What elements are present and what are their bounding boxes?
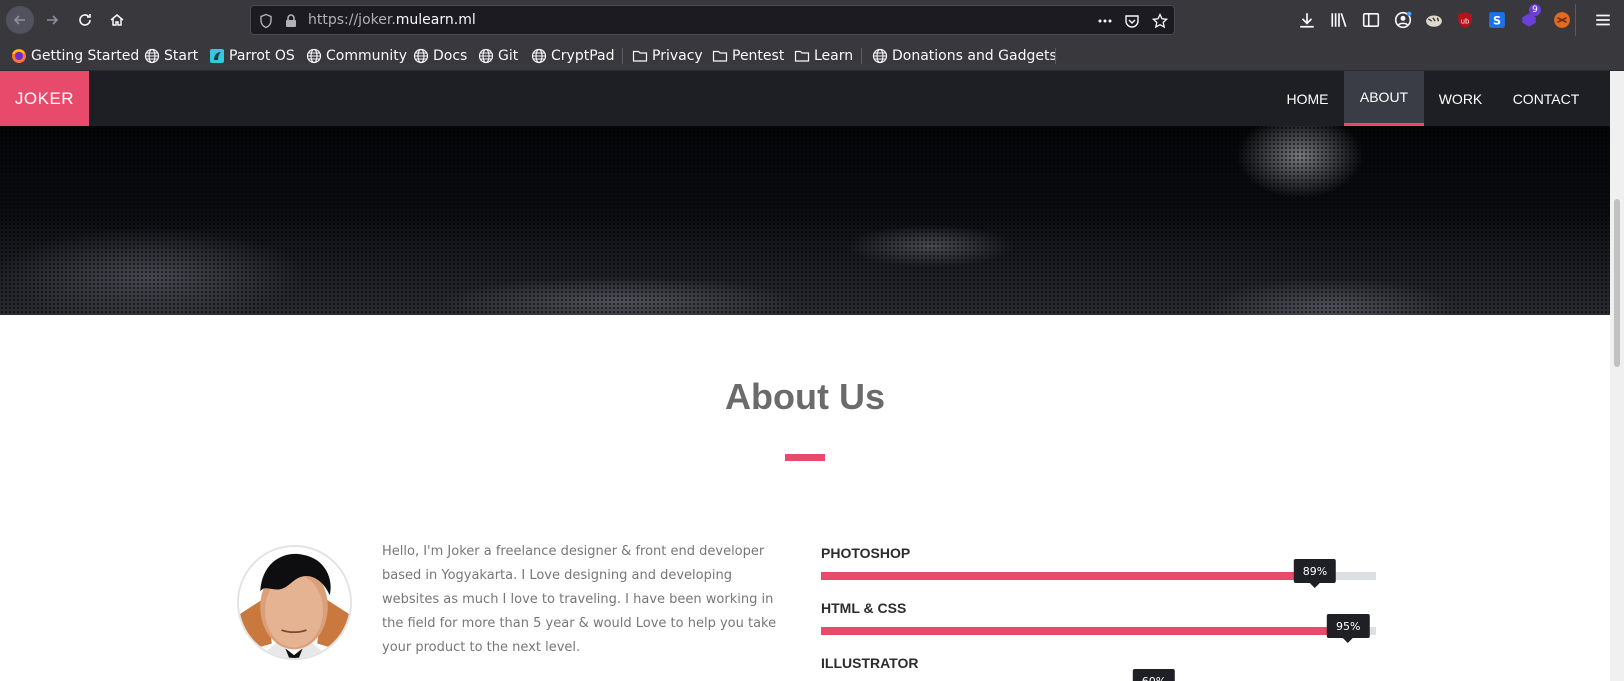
joker-avatar-illustration (239, 547, 350, 658)
shield-icon[interactable] (258, 13, 274, 29)
ublock-icon[interactable]: ub (1456, 11, 1474, 29)
reload-icon (79, 14, 91, 26)
bookmark-label: Pentest (732, 48, 785, 64)
parrot-icon (210, 49, 224, 63)
folder-icon (794, 50, 810, 62)
site-logo[interactable]: JOKER (0, 71, 89, 126)
bookmark-label: Donations and Gadgets (892, 48, 1057, 64)
more-dots-icon[interactable] (1097, 13, 1113, 29)
skill-progress-track: 95% (821, 614, 1376, 643)
site-navbar: JOKER HOME ABOUT WORK CONTACT (0, 71, 1610, 126)
library-icon[interactable] (1330, 11, 1348, 29)
extension-badge: 9 (1529, 4, 1541, 16)
folder-icon (632, 50, 648, 62)
extension-purple[interactable]: 9 (1520, 4, 1541, 29)
title-underline (785, 454, 825, 461)
skill-progress-fill (821, 572, 1315, 580)
pocket-icon[interactable] (1124, 13, 1140, 29)
skill-percent-tooltip: 95% (1327, 614, 1370, 643)
bookmark-community[interactable]: Community (306, 46, 407, 66)
nav-about[interactable]: ABOUT (1344, 71, 1424, 126)
bookmark-folder-pentest[interactable]: Pentest (712, 46, 784, 66)
globe-icon (306, 48, 322, 64)
bookmark-folder-privacy[interactable]: Privacy (632, 46, 703, 66)
bookmark-label: Docs (433, 48, 468, 64)
bookmark-label: Getting Started (31, 48, 140, 64)
skill-name: ILLUSTRATOR (821, 655, 919, 671)
skill-percent-tooltip: 89% (1293, 559, 1337, 588)
home-icon (110, 14, 124, 26)
star-icon[interactable] (1152, 13, 1168, 29)
web-page: JOKER HOME ABOUT WORK CONTACT About Us H… (0, 71, 1610, 681)
about-paragraph: Hello, I'm Joker a freelance designer & … (382, 544, 777, 655)
toolbar-separator (1575, 4, 1576, 36)
bookmark-parrot-os[interactable]: Parrot OS (209, 46, 295, 66)
avatar (237, 545, 352, 660)
lock-icon[interactable] (283, 13, 299, 29)
bookmark-label: Learn (814, 48, 854, 64)
url-domain: mulearn.ml (395, 12, 476, 28)
nav-work[interactable]: WORK (1424, 71, 1497, 126)
svg-text:S: S (1493, 15, 1501, 28)
page-scrollbar[interactable] (1610, 71, 1624, 681)
svg-text:ub: ub (1461, 17, 1470, 25)
bookmark-separator (622, 48, 623, 64)
extension-orange-icon[interactable] (1553, 11, 1571, 29)
scrollbar-thumb[interactable] (1614, 199, 1620, 367)
bookmark-label: Privacy (652, 48, 703, 64)
globe-icon (413, 48, 429, 64)
bookmark-label: Git (498, 48, 519, 64)
reload-button[interactable] (71, 6, 99, 34)
bookmark-cryptpad[interactable]: CryptPad (531, 46, 614, 66)
bookmark-label: Community (326, 48, 408, 64)
bookmark-start[interactable]: Start (144, 46, 198, 66)
back-button[interactable] (6, 6, 34, 34)
nav-contact[interactable]: CONTACT (1497, 71, 1595, 126)
arrow-left-icon (13, 15, 25, 25)
hero-banner-image (0, 126, 1610, 315)
bookmarks-toolbar: Getting Started Start Parrot OS Communit… (0, 40, 1624, 71)
bookmark-separator (861, 48, 862, 64)
skill-progress-fill (821, 627, 1349, 635)
skill-name: PHOTOSHOP (821, 545, 911, 561)
bookmark-donations-and-gadgets[interactable]: Donations and Gadgets (872, 46, 1057, 66)
bookmark-label: CryptPad (551, 48, 615, 64)
extension-s-icon[interactable]: S (1488, 11, 1506, 29)
arrow-right-icon (47, 15, 59, 25)
address-bar[interactable]: https://joker.mulearn.ml (250, 5, 1175, 35)
bookmark-folder-learn[interactable]: Learn (794, 46, 853, 66)
nav-home[interactable]: HOME (1271, 71, 1344, 126)
sidebar-icon[interactable] (1362, 11, 1380, 29)
bookmark-label: Start (164, 48, 199, 64)
globe-icon (478, 48, 494, 64)
bookmark-getting-started[interactable]: Getting Started (11, 46, 139, 66)
section-title: About Us (725, 376, 885, 417)
account-icon[interactable] (1394, 11, 1412, 29)
skill-name: HTML & CSS (821, 600, 907, 616)
globe-icon (872, 48, 888, 64)
browser-toolbar: https://joker.mulearn.ml ub S 9 (0, 0, 1624, 40)
skill-progress-track: 89% (821, 559, 1376, 588)
forward-button[interactable] (38, 6, 66, 34)
globe-icon (531, 48, 547, 64)
bookmark-docs[interactable]: Docs (413, 46, 467, 66)
bookmark-separator (1055, 48, 1056, 64)
skill-percent-tooltip: 60% (1132, 669, 1176, 681)
url-text: https://joker.mulearn.ml (308, 12, 476, 28)
extension-cat-icon[interactable] (1425, 11, 1443, 29)
url-prefix: https://joker. (308, 12, 396, 28)
download-icon[interactable] (1298, 11, 1316, 29)
folder-icon (712, 50, 728, 62)
globe-icon (144, 48, 160, 64)
firefox-icon (12, 49, 26, 63)
home-button[interactable] (103, 6, 131, 34)
bookmark-git[interactable]: Git (478, 46, 518, 66)
bookmark-label: Parrot OS (229, 48, 295, 64)
hamburger-menu-icon[interactable] (1594, 11, 1612, 29)
